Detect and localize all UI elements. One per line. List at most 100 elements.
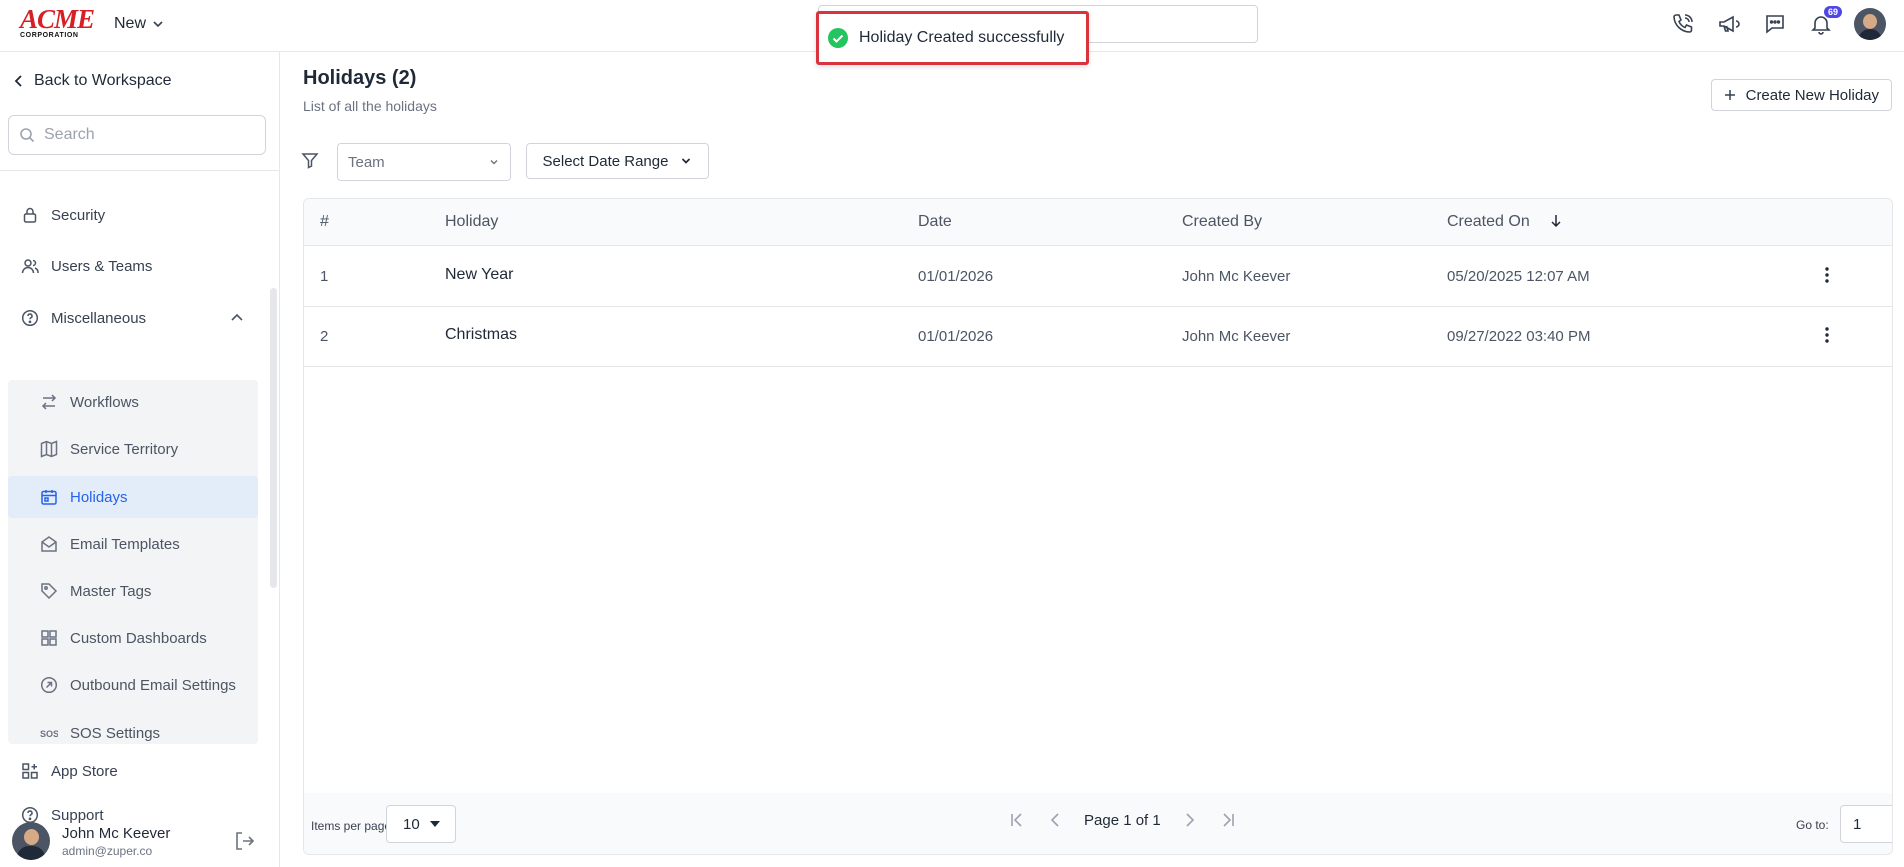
notification-badge: 69 (1823, 6, 1842, 18)
sidebar-item-label: Custom Dashboards (70, 629, 207, 647)
bell-icon[interactable]: 69 (1808, 6, 1842, 37)
sort-arrow-down-icon[interactable] (1549, 213, 1563, 229)
cell-created-on: 09/27/2022 03:40 PM (1447, 328, 1591, 345)
mail-open-icon (41, 536, 57, 552)
items-per-page-select[interactable]: 10 (386, 805, 456, 843)
table-header: # Holiday Date Created By Created On (304, 199, 1892, 246)
table-footer: Items per page 10 Page 1 of 1 Go to: 1 (304, 793, 1892, 854)
sos-icon: SOS (40, 729, 58, 739)
sidebar-item-email-templates[interactable]: Email Templates (8, 523, 258, 565)
sidebar-item-label: Miscellaneous (51, 309, 147, 327)
back-label: Back to Workspace (34, 72, 172, 89)
sidebar-item-outbound-email-settings[interactable]: Outbound Email Settings (8, 664, 258, 706)
date-range-button[interactable]: Select Date Range (526, 143, 709, 179)
dashboard-icon (41, 630, 57, 646)
sidebar-item-label: Support (51, 806, 104, 824)
sidebar-user[interactable]: John Mc Keever admin@zuper.co (12, 822, 170, 860)
toast-message: Holiday Created successfully (859, 29, 1065, 46)
sidebar-item-label: Users & Teams (51, 257, 153, 275)
sidebar-item-workflows[interactable]: Workflows (8, 381, 258, 423)
sidebar-item-label: Security (51, 206, 106, 224)
sidebar-item-label: App Store (51, 762, 118, 780)
sidebar-item-sos-settings[interactable]: SOS SOS Settings (8, 712, 258, 754)
chevron-down-icon (153, 21, 163, 28)
main-content: Holidays (2) List of all the holidays Cr… (281, 52, 1904, 867)
megaphone-icon[interactable] (1716, 11, 1742, 37)
date-range-label: Select Date Range (542, 152, 669, 170)
sidebar-item-master-tags[interactable]: Master Tags (8, 570, 258, 612)
goto-page-input[interactable]: 1 (1840, 805, 1892, 843)
sidebar-search-input[interactable] (44, 126, 244, 144)
search-icon (20, 128, 35, 143)
sidebar-item-label: Service Territory (70, 440, 179, 458)
team-filter-select[interactable]: Team (337, 143, 511, 181)
column-header-date[interactable]: Date (918, 213, 952, 231)
page-subtitle: List of all the holidays (303, 98, 437, 114)
sidebar-item-label: Email Templates (70, 535, 180, 553)
cell-number: 2 (320, 328, 329, 345)
more-vertical-icon[interactable] (1817, 325, 1837, 345)
table-row[interactable]: 1 New Year 01/01/2026 John Mc Keever 05/… (304, 247, 1892, 307)
sidebar-divider (0, 170, 280, 171)
sidebar-item-label: Outbound Email Settings (70, 676, 236, 694)
next-page-icon[interactable] (1183, 811, 1197, 829)
sidebar-item-users-teams[interactable]: Users & Teams (8, 246, 258, 286)
sidebar-item-security[interactable]: Security (8, 195, 258, 235)
sidebar-search (8, 115, 266, 155)
filter-icon[interactable] (301, 151, 319, 173)
chevron-left-icon (14, 75, 22, 87)
page-title: Holidays (2) (303, 67, 417, 89)
sidebar: Back to Workspace Security Users & Teams… (0, 52, 280, 867)
previous-page-icon[interactable] (1048, 811, 1062, 829)
avatar (12, 822, 50, 860)
chevron-up-icon (231, 313, 243, 321)
new-menu-button[interactable]: New (114, 15, 164, 33)
cell-holiday: Christmas (445, 326, 518, 343)
top-icons: 69 (1670, 6, 1886, 40)
chat-icon[interactable] (1762, 11, 1788, 37)
sidebar-scrollbar[interactable] (270, 288, 277, 588)
company-logo[interactable]: ACME CORPORATION (20, 4, 95, 40)
success-toast: Holiday Created successfully (816, 11, 1089, 65)
tag-icon (41, 583, 58, 600)
back-to-workspace-link[interactable]: Back to Workspace (14, 72, 172, 90)
sidebar-item-holidays[interactable]: Holidays (8, 476, 258, 518)
column-header-holiday[interactable]: Holiday (445, 213, 498, 231)
column-header-created-by[interactable]: Created By (1182, 213, 1262, 231)
items-per-page-value: 10 (403, 815, 420, 833)
table-row[interactable]: 2 Christmas 01/01/2026 John Mc Keever 09… (304, 307, 1892, 367)
cell-created-by: John Mc Keever (1182, 268, 1291, 285)
check-circle-icon (828, 28, 848, 48)
user-avatar[interactable] (1854, 8, 1886, 40)
plus-icon (1724, 90, 1735, 100)
sidebar-item-miscellaneous[interactable]: Miscellaneous (8, 298, 258, 338)
sidebar-item-service-territory[interactable]: Service Territory (8, 428, 258, 470)
help-circle-icon (21, 309, 39, 327)
first-page-icon[interactable] (1008, 811, 1026, 829)
phone-icon[interactable] (1670, 11, 1696, 37)
column-header-number: # (320, 213, 329, 230)
create-new-holiday-button[interactable]: Create New Holiday (1710, 79, 1892, 111)
lock-icon (23, 207, 37, 223)
goto-label: Go to: (1796, 818, 1829, 832)
items-per-page-label: Items per page (311, 819, 392, 833)
sidebar-item-app-store[interactable]: App Store (8, 751, 258, 791)
user-name: John Mc Keever (62, 824, 171, 842)
chevron-down-icon (682, 158, 691, 164)
svg-text:SOS: SOS (40, 729, 58, 739)
column-header-created-on[interactable]: Created On (1447, 213, 1530, 231)
users-icon (21, 259, 39, 274)
caret-down-icon (430, 821, 440, 827)
user-email: admin@zuper.co (62, 843, 153, 858)
logout-icon[interactable] (233, 830, 255, 856)
more-vertical-icon[interactable] (1817, 265, 1837, 285)
last-page-icon[interactable] (1219, 811, 1237, 829)
pagination: Page 1 of 1 (1008, 811, 1237, 829)
new-menu-label: New (114, 15, 147, 32)
sidebar-item-custom-dashboards[interactable]: Custom Dashboards (8, 617, 258, 659)
workflow-icon (41, 394, 57, 410)
chevron-down-icon (490, 160, 498, 165)
create-button-label: Create New Holiday (1745, 86, 1879, 104)
cell-holiday: New Year (445, 266, 514, 283)
logo-text: ACME (20, 4, 95, 34)
